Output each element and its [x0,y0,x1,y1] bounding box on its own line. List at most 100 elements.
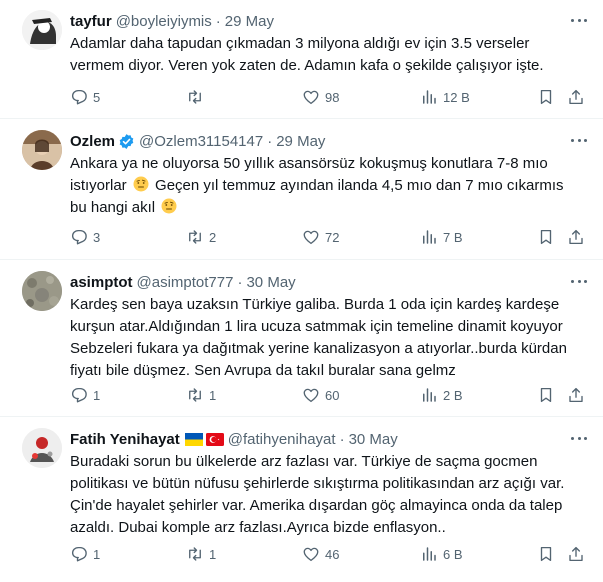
separator-dot: · [237,273,243,291]
more-icon[interactable] [569,430,589,446]
reply-button[interactable]: 1 [70,385,100,405]
user-handle[interactable]: @Ozlem31154147 [139,133,263,150]
reply-count: 1 [93,546,101,562]
reply-icon [71,89,87,105]
like-icon [303,90,319,105]
share-icon [569,229,583,245]
more-icon[interactable] [569,12,589,28]
display-name[interactable]: asimptot [70,274,133,291]
like-button[interactable]: 60 [302,385,339,405]
reply-button[interactable]: 3 [70,227,100,247]
tweet-text-line: Sebzeleri fukara ya dağıtmak yerine kana… [70,340,567,357]
tweet-text-line: azaldı. Dubai komple arz fazlası.Ayrıca … [70,519,446,536]
user-handle[interactable]: @boyleiyiymis [116,13,212,30]
verified-badge-icon [118,133,135,150]
tweet-fatih-yenihayat[interactable]: Fatih Yenihayat @fatihyenihayat · 30 May… [0,418,603,582]
tweet-text-line: Buradaki sorun bu ülkelerde arz fazlası … [70,453,538,470]
tweet-tayfur[interactable]: tayfur @boyleiyiymis · 29 May Adamlar da… [0,0,603,119]
avatar[interactable] [22,271,62,311]
avatar[interactable] [22,130,62,170]
separator-dot: · [267,132,273,150]
bookmark-button[interactable] [537,227,555,247]
face-with-raised-eyebrow-emoji [133,176,149,192]
user-handle[interactable]: @asimptot777 [137,274,234,291]
bookmark-button[interactable] [537,544,555,564]
tweet-header: tayfur @boyleiyiymis · 29 May [70,10,274,32]
tweet-date[interactable]: 30 May [349,431,398,448]
action-bar: 1 1 46 6 B [70,544,590,564]
reply-button[interactable]: 1 [70,544,100,564]
tweet-text-line: kurşun atar.Aldığından 1 lira ucuza satm… [70,318,563,335]
views-count: 7 B [443,229,463,245]
like-button[interactable]: 46 [302,544,339,564]
tweet-date[interactable]: 29 May [276,133,325,150]
separator-dot: · [215,12,221,30]
like-icon [303,547,319,562]
share-button[interactable] [567,385,585,405]
share-icon [569,89,583,105]
action-bar: 3 2 72 7 B [70,227,590,247]
share-icon [569,387,583,403]
views-icon [423,90,436,104]
repost-button[interactable]: 2 [186,227,216,247]
ukraine-flag [184,432,203,446]
views-icon [423,547,436,561]
tweet-text: Adamlar daha tapudan çıkmadan 3 milyona … [70,33,590,77]
repost-count: 1 [209,546,217,562]
repost-count: 2 [209,229,217,245]
views-button[interactable]: 6 B [420,544,463,564]
reply-icon [71,546,87,562]
user-handle[interactable]: @fatihyenihayat [228,431,336,448]
reply-count: 1 [93,387,101,403]
tweet-text-line: Ankara ya ne oluyorsa 50 yıllık asansörs… [70,155,548,172]
like-count: 46 [325,546,340,562]
bookmark-icon [540,387,552,403]
tweet-asimptot[interactable]: asimptot @asimptot777 · 30 May Kardeş se… [0,261,603,417]
views-button[interactable]: 7 B [420,227,463,247]
bookmark-button[interactable] [537,385,555,405]
action-bar: 1 1 60 2 B [70,385,590,405]
views-button[interactable]: 2 B [420,385,463,405]
views-button[interactable]: 12 B [420,87,470,107]
reply-feed: tayfur @boyleiyiymis · 29 May Adamlar da… [0,0,603,582]
like-icon [303,388,319,403]
repost-button[interactable]: 1 [186,385,216,405]
reply-count: 3 [93,229,101,245]
views-count: 6 B [443,546,463,562]
tweet-ozlem[interactable]: Ozlem @Ozlem31154147 · 29 May Ankara ya … [0,120,603,260]
display-name[interactable]: Fatih Yenihayat [70,431,180,448]
more-icon[interactable] [569,273,589,289]
tweet-text-line: Çin'de hayalet şehirler var. Amerika dış… [70,497,563,514]
share-button[interactable] [567,87,585,107]
like-button[interactable]: 98 [302,87,339,107]
tweet-date[interactable]: 29 May [225,13,274,30]
views-count: 2 B [443,387,463,403]
bookmark-icon [540,546,552,562]
tweet-header: asimptot @asimptot777 · 30 May [70,271,296,293]
bookmark-icon [540,89,552,105]
display-name[interactable]: Ozlem [70,133,115,150]
tweet-text-line-with-emoji: bu hangi akıl [70,197,590,219]
tweet-text: Kardeş sen baya uzaksın Türkiye galiba. … [70,294,590,382]
like-button[interactable]: 72 [302,227,339,247]
tweet-text-line: politikası ve bütün nüfusu şehirlerde sı… [70,475,565,492]
repost-count: 1 [209,387,217,403]
display-name[interactable]: tayfur [70,13,112,30]
avatar[interactable] [22,10,62,50]
tweet-text-fragment: bu hangi akıl [70,199,156,216]
tweet-date[interactable]: 30 May [246,274,295,291]
tweet-text: Buradaki sorun bu ülkelerde arz fazlası … [70,451,590,539]
repost-icon [189,388,201,402]
repost-button[interactable]: 1 [186,544,216,564]
repost-button[interactable] [186,87,209,107]
avatar[interactable] [22,428,62,468]
share-button[interactable] [567,544,585,564]
like-icon [303,230,319,245]
like-count: 72 [325,229,340,245]
tweet-text-line-with-emoji: istıyorlar Geçen yıl temmuz ayından ilan… [70,175,590,197]
more-icon[interactable] [569,132,589,148]
share-button[interactable] [567,227,585,247]
reply-button[interactable]: 5 [70,87,100,107]
bookmark-button[interactable] [537,87,555,107]
reply-count: 5 [93,89,101,105]
